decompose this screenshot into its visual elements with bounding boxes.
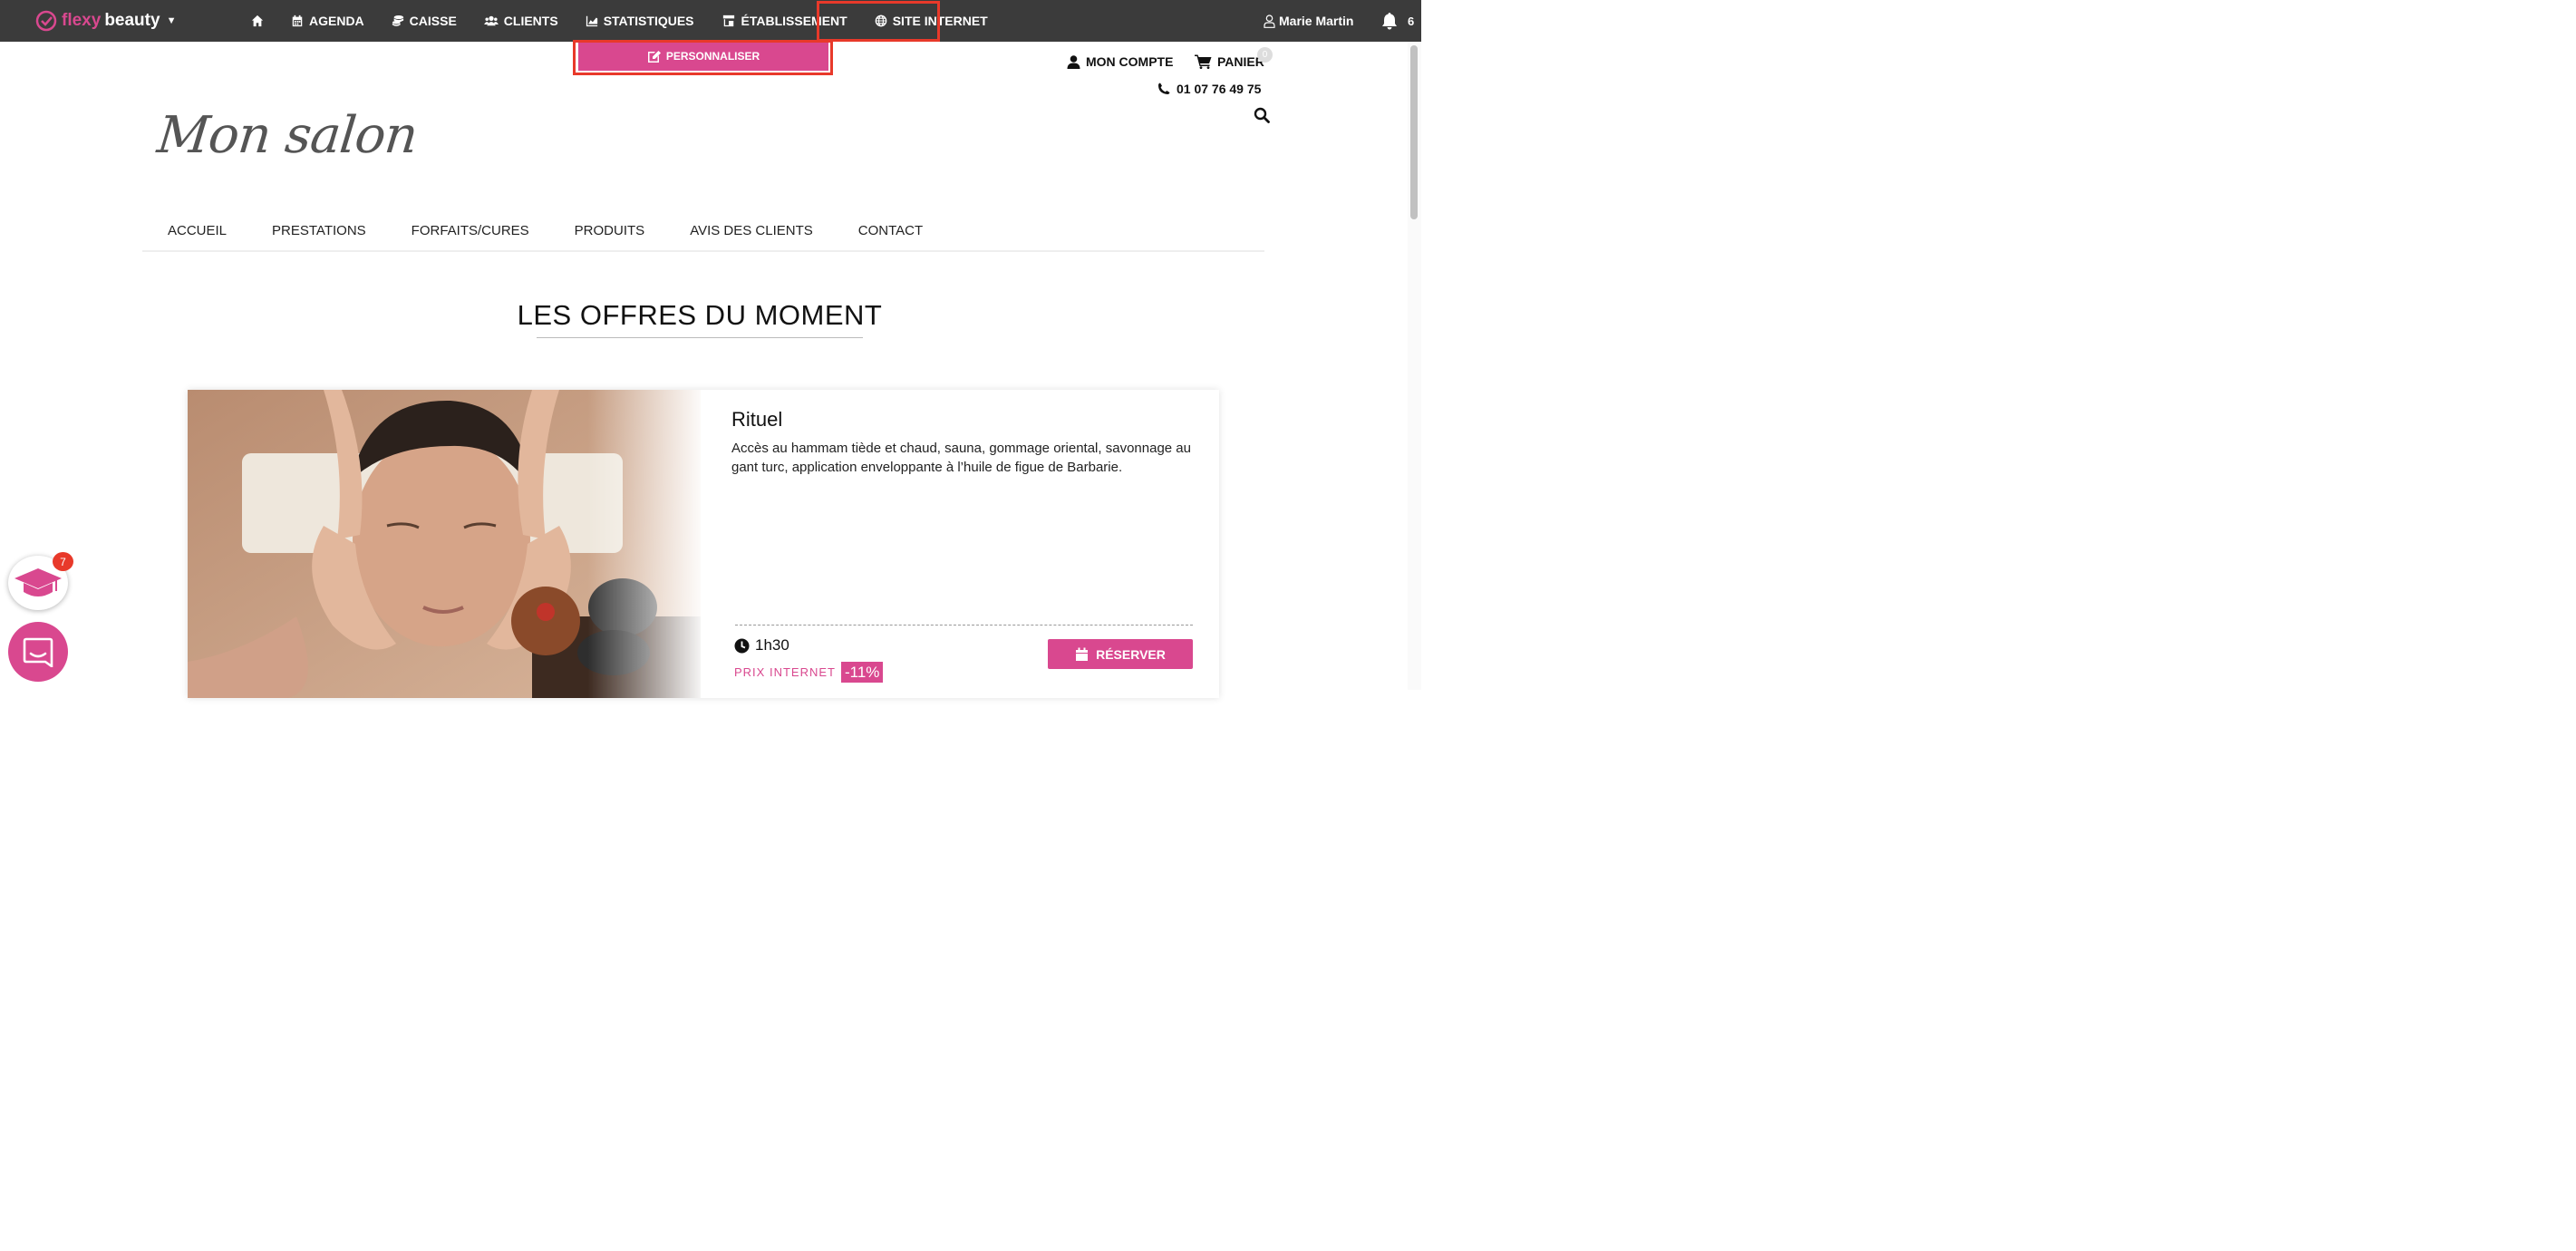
calendar-icon	[1076, 647, 1089, 661]
site-nav-forfaits[interactable]: FORFAITS/CURES	[386, 223, 549, 238]
nav-statistiques-label: STATISTIQUES	[603, 14, 694, 28]
home-icon	[251, 15, 264, 27]
academy-badge: 7	[53, 552, 73, 571]
offer-duration: 1h30	[734, 636, 789, 655]
phone-icon	[1158, 82, 1170, 94]
cart-count-badge: 0	[1257, 47, 1273, 63]
reserve-label: RÉSERVER	[1096, 646, 1166, 662]
offer-price: PRIX INTERNET -11%	[734, 662, 884, 683]
users-icon	[483, 15, 499, 26]
offer-card: Rituel Accès au hammam tiède et chaud, s…	[188, 390, 1219, 698]
panier-link[interactable]: PANIER	[1195, 54, 1264, 69]
search-icon[interactable]	[1254, 107, 1270, 123]
user-name: Marie Martin	[1279, 14, 1354, 28]
nav-agenda[interactable]: AGENDA	[277, 0, 378, 42]
nav-clients-label: CLIENTS	[503, 14, 558, 28]
nav-statistiques[interactable]: STATISTIQUES	[572, 0, 708, 42]
price-label: PRIX INTERNET	[734, 665, 836, 679]
scrollbar-thumb[interactable]	[1410, 45, 1418, 219]
user-outline-icon	[1264, 14, 1275, 28]
store-icon	[722, 15, 734, 27]
chevron-down-icon: ▼	[166, 15, 177, 26]
site-nav-avis[interactable]: AVIS DES CLIENTS	[664, 223, 833, 238]
bell-icon[interactable]	[1380, 12, 1399, 30]
user-icon	[1067, 54, 1080, 69]
offer-photo	[188, 390, 701, 698]
title-divider	[537, 337, 863, 338]
calendar-icon	[292, 15, 303, 27]
notification-count: 6	[1408, 15, 1415, 28]
graduation-cap-icon	[15, 568, 62, 596]
offers-section-title: LES OFFRES DU MOMENT	[517, 299, 883, 331]
app-topbar: flexy beauty ▼ AGENDA CAISSE CLIENTS STAT…	[0, 0, 1421, 42]
highlight-site-internet	[817, 1, 940, 42]
dashed-divider	[735, 625, 1193, 626]
coins-icon	[392, 15, 403, 26]
nav-caisse-label: CAISSE	[409, 14, 457, 28]
site-nav-accueil[interactable]: ACCUEIL	[142, 223, 247, 238]
cart-icon	[1195, 54, 1212, 69]
logo-text-flexy: flexy	[62, 11, 102, 30]
site-nav-prestations[interactable]: PRESTATIONS	[247, 223, 386, 238]
discount-badge: -11%	[840, 662, 884, 683]
site-nav: ACCUEIL PRESTATIONS FORFAITS/CURES PRODU…	[142, 210, 1264, 252]
user-menu[interactable]: Marie Martin	[1264, 0, 1353, 42]
offer-description: Accès au hammam tiède et chaud, sauna, g…	[731, 441, 1191, 475]
nav-clients[interactable]: CLIENTS	[470, 0, 572, 42]
chart-icon	[586, 15, 597, 27]
clock-logo-icon	[35, 10, 57, 32]
site-nav-produits[interactable]: PRODUITS	[549, 223, 665, 238]
nav-home[interactable]	[237, 0, 277, 42]
duration-text: 1h30	[755, 636, 789, 654]
salon-logo-text[interactable]: Mon salon	[155, 106, 421, 165]
mon-compte-link[interactable]: MON COMPTE	[1067, 54, 1173, 69]
site-nav-contact[interactable]: CONTACT	[833, 223, 943, 238]
chat-launcher[interactable]	[8, 622, 68, 682]
phone-text: 01 07 76 49 75	[1177, 82, 1262, 96]
reserve-button[interactable]: RÉSERVER	[1048, 639, 1193, 669]
nav-agenda-label: AGENDA	[309, 14, 364, 28]
nav-caisse[interactable]: CAISSE	[378, 0, 470, 42]
flexybeauty-logo[interactable]: flexy beauty ▼	[34, 8, 176, 34]
logo-text-beauty: beauty	[104, 11, 160, 30]
offer-title: Rituel	[731, 408, 783, 431]
chat-icon	[23, 637, 53, 667]
highlight-personnaliser	[573, 40, 833, 75]
clock-icon	[734, 638, 750, 653]
phone-number[interactable]: 01 07 76 49 75	[1157, 82, 1261, 96]
mon-compte-label: MON COMPTE	[1086, 54, 1174, 69]
